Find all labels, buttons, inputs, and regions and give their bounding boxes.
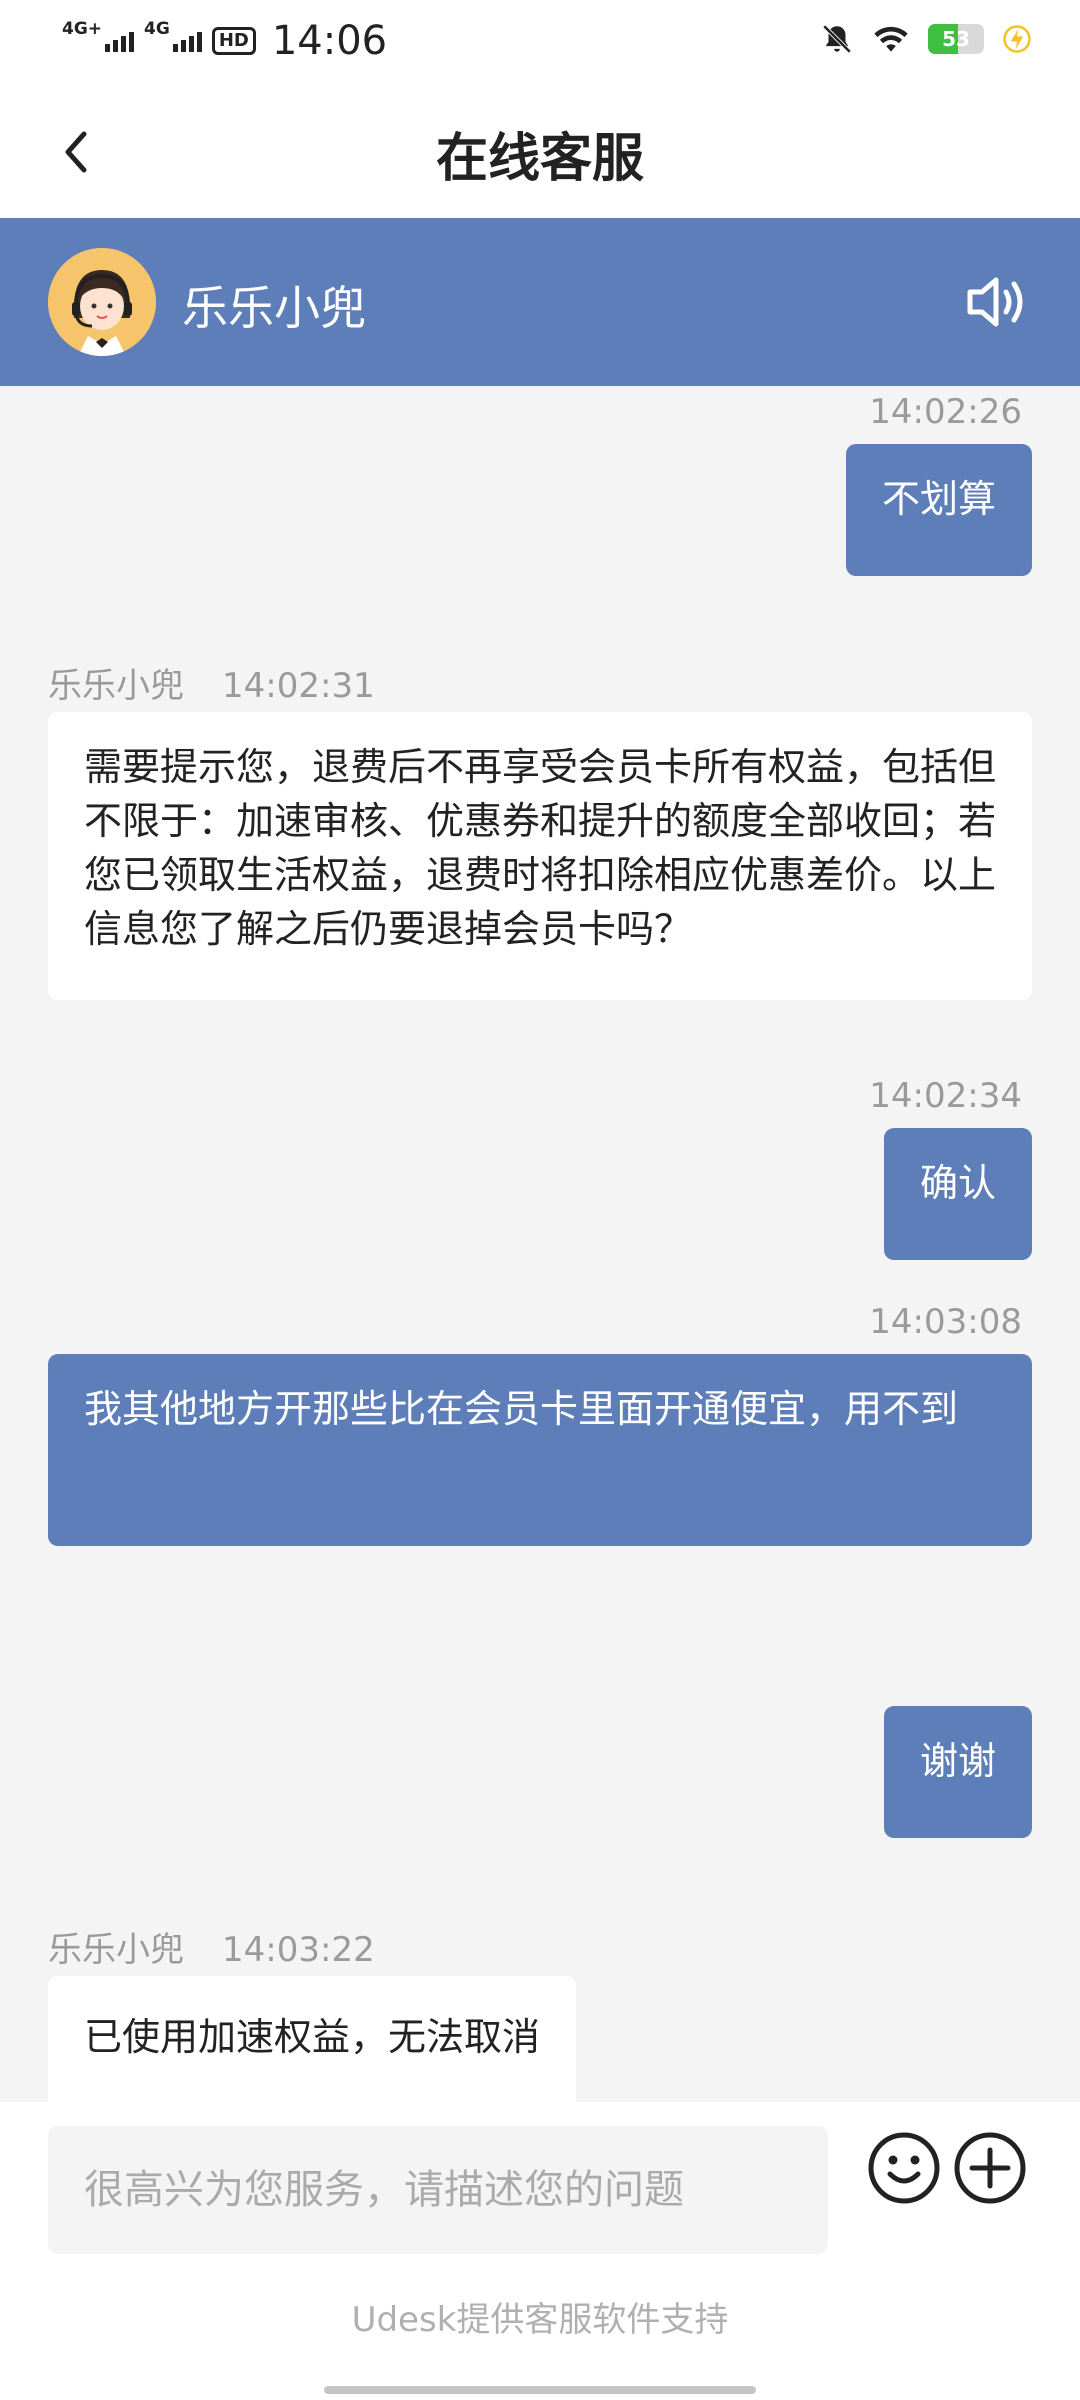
signal-bars-icon — [172, 30, 202, 52]
status-time: 14:06 — [271, 18, 388, 64]
message-timestamp: 14:03:08 — [869, 1302, 1022, 1342]
message-timestamp: 14:02:26 — [869, 392, 1022, 432]
message-input[interactable] — [48, 2126, 828, 2254]
signal-4g-plus: 4G+ — [62, 21, 135, 52]
status-left: 4G+ 4G HD 14:06 — [62, 18, 387, 64]
hd-voice-icon: HD — [211, 27, 256, 55]
battery-indicator: 53 — [928, 24, 984, 54]
message-timestamp: 14:03:22 — [222, 1930, 375, 1970]
sender-name: 乐乐小兜 — [48, 1930, 184, 1970]
message-timestamp: 14:02:31 — [222, 666, 375, 706]
message-timestamp: 14:02:34 — [869, 1076, 1022, 1116]
wifi-icon — [874, 26, 908, 52]
input-area: Udesk提供客服软件支持 — [0, 2102, 1080, 2400]
sent-message-bubble[interactable]: 不划算 — [845, 444, 1032, 576]
received-message-bubble[interactable]: 已使用加速权益，无法取消 — [48, 1976, 577, 2102]
sent-message-bubble[interactable]: 谢谢 — [883, 1706, 1032, 1838]
sent-message-bubble[interactable]: 我其他地方开那些比在会员卡里面开通便宜，用不到 — [48, 1354, 1032, 1546]
status-right: 53 — [820, 22, 1032, 56]
chat-area[interactable]: 14:02:26 不划算 乐乐小兜 14:02:31 需要提示您，退费后不再享受会… — [0, 386, 1080, 2102]
agent-name: 乐乐小兜 — [182, 281, 366, 335]
network-type-label: 4G+ — [62, 19, 103, 39]
mute-bell-icon — [822, 24, 852, 54]
network-type-label: 4G — [144, 19, 170, 39]
title-bar: 在线客服 — [0, 86, 1080, 218]
page-title: 在线客服 — [435, 129, 644, 189]
sent-message-bubble[interactable]: 确认 — [883, 1128, 1032, 1260]
received-message-bubble[interactable]: 需要提示您，退费后不再享受会员卡所有权益，包括但不限于：加速审核、优惠券和提升的… — [48, 712, 1032, 1000]
plus-icon[interactable] — [952, 2130, 1028, 2206]
home-indicator[interactable] — [324, 2386, 756, 2394]
sender-line: 乐乐小兜 14:03:22 — [48, 1922, 375, 1971]
signal-bars-icon — [105, 30, 135, 52]
speaker-icon[interactable] — [960, 266, 1032, 338]
sender-name: 乐乐小兜 — [48, 666, 184, 706]
charging-bolt-icon — [1003, 25, 1031, 53]
status-bar: 4G+ 4G HD 14:06 53 — [0, 0, 1080, 86]
emoji-icon[interactable] — [866, 2130, 942, 2206]
battery-level-text: 53 — [942, 27, 970, 51]
signal-4g: 4G — [144, 21, 202, 52]
sender-line: 乐乐小兜 14:02:31 — [48, 658, 375, 707]
agent-avatar — [48, 248, 156, 356]
agent-header: 乐乐小兜 — [0, 218, 1080, 386]
powered-by-text: Udesk提供客服软件支持 — [351, 2300, 729, 2340]
